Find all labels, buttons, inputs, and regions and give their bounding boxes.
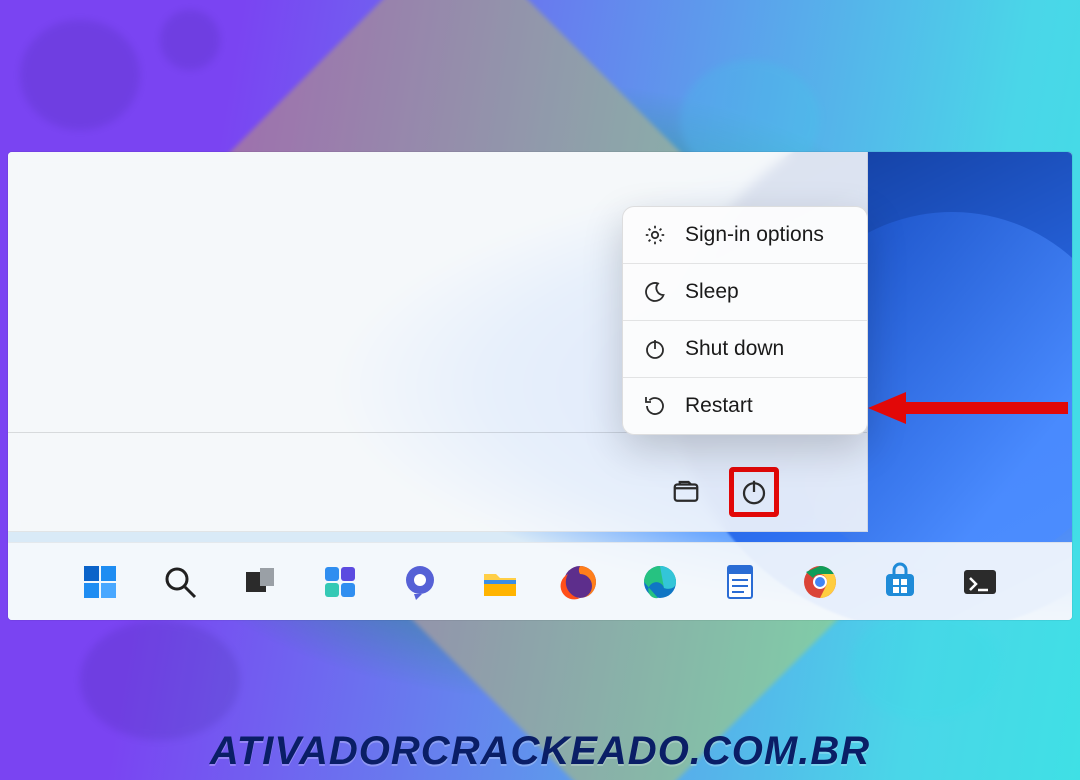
microsoft-store[interactable]	[877, 559, 923, 605]
widgets-button[interactable]	[317, 559, 363, 605]
notepad[interactable]	[717, 559, 763, 605]
chat-button[interactable]	[397, 559, 443, 605]
edge-icon	[640, 562, 680, 602]
documents-button[interactable]	[661, 467, 711, 517]
power-icon	[643, 337, 667, 361]
chrome-icon	[800, 562, 840, 602]
start-button[interactable]	[77, 559, 123, 605]
search-icon	[160, 562, 200, 602]
store-icon	[880, 562, 920, 602]
page-background: ORDEM E PROGRESSO	[0, 0, 1080, 780]
menu-label: Sleep	[685, 280, 739, 304]
power-menu: Sign-in options Sleep Shut down	[622, 206, 868, 435]
restart-icon	[643, 394, 667, 418]
menu-label: Shut down	[685, 337, 784, 361]
search-button[interactable]	[157, 559, 203, 605]
menu-item-restart[interactable]: Restart	[623, 377, 867, 434]
terminal-icon	[960, 562, 1000, 602]
edge[interactable]	[637, 559, 683, 605]
taskview-icon	[240, 562, 280, 602]
watermark-text: ATIVADORCRACKEADO.COM.BR	[0, 729, 1080, 774]
file-explorer[interactable]	[477, 559, 523, 605]
chat-icon	[400, 562, 440, 602]
terminal[interactable]	[957, 559, 1003, 605]
menu-item-sleep[interactable]: Sleep	[623, 263, 867, 320]
win11-logo-icon	[80, 562, 120, 602]
power-button[interactable]	[729, 467, 779, 517]
annotation-arrow	[868, 388, 1068, 428]
gear-icon	[643, 223, 667, 247]
task-view-button[interactable]	[237, 559, 283, 605]
notepad-icon	[720, 562, 760, 602]
documents-icon	[671, 477, 701, 507]
moon-icon	[643, 280, 667, 304]
menu-item-signin-options[interactable]: Sign-in options	[623, 207, 867, 263]
start-bottom-row	[661, 467, 779, 517]
menu-item-shutdown[interactable]: Shut down	[623, 320, 867, 377]
widgets-icon	[320, 562, 360, 602]
chrome[interactable]	[797, 559, 843, 605]
power-icon	[739, 477, 769, 507]
firefox[interactable]	[557, 559, 603, 605]
screenshot-panel: Sign-in options Sleep Shut down	[8, 152, 1072, 620]
menu-label: Restart	[685, 394, 753, 418]
firefox-icon	[560, 562, 600, 602]
folder-icon	[480, 562, 520, 602]
menu-label: Sign-in options	[685, 223, 824, 247]
taskbar	[8, 542, 1072, 620]
